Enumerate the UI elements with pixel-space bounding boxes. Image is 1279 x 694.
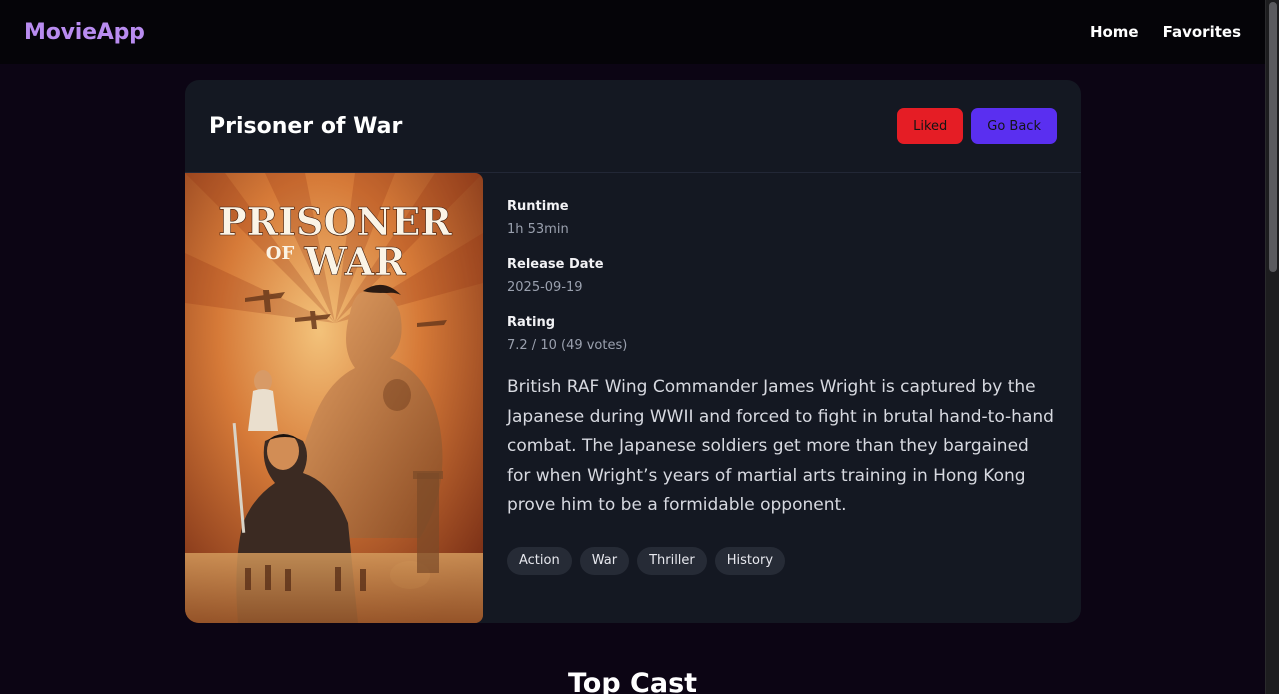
poster-title-of: OF	[266, 243, 295, 264]
brand-logo[interactable]: MovieApp	[24, 20, 145, 45]
runtime-field: Runtime 1h 53min	[507, 199, 1057, 237]
top-cast-heading: Top Cast	[567, 668, 698, 694]
poster-title-line1: PRISONER	[218, 199, 452, 244]
movie-overview: British RAF Wing Commander James Wright …	[507, 377, 1054, 515]
genre-tag[interactable]: History	[714, 546, 786, 575]
scrollbar-thumb[interactable]	[1269, 2, 1277, 272]
release-date-field: Release Date 2025-09-19	[507, 257, 1057, 295]
genre-tag[interactable]: Thriller	[637, 546, 707, 575]
release-date-label: Release Date	[507, 257, 604, 272]
movie-details: Runtime 1h 53min Release Date 2025-09-19…	[483, 173, 1081, 623]
page: MovieApp Home Favorites Prisoner of War …	[0, 0, 1265, 694]
liked-button[interactable]: Liked	[897, 108, 964, 144]
header-actions: Liked Go Back	[897, 108, 1057, 144]
movie-title: Prisoner of War	[209, 113, 403, 139]
release-date-value: 2025-09-19	[507, 280, 583, 295]
rating-label: Rating	[507, 315, 556, 330]
genre-tag[interactable]: War	[579, 546, 630, 575]
page-scrollbar[interactable]	[1265, 0, 1279, 694]
runtime-label: Runtime	[507, 199, 569, 214]
genre-list: Action War Thriller History	[507, 546, 1057, 575]
movie-detail-card: Prisoner of War Liked Go Back PRISONER O…	[185, 80, 1081, 623]
navbar: MovieApp Home Favorites	[0, 0, 1265, 64]
nav-favorites-link[interactable]: Favorites	[1163, 23, 1241, 41]
card-body: PRISONER OF WAR Runtime 1h 53min Release…	[185, 173, 1081, 623]
card-header: Prisoner of War Liked Go Back	[185, 80, 1081, 173]
go-back-button[interactable]: Go Back	[971, 108, 1057, 144]
nav-links: Home Favorites	[1090, 23, 1241, 41]
rating-value: 7.2 / 10 (49 votes)	[507, 338, 628, 353]
poster-title-war: WAR	[303, 239, 406, 284]
movie-poster: PRISONER OF WAR	[185, 173, 483, 623]
rating-field: Rating 7.2 / 10 (49 votes)	[507, 315, 1057, 353]
genre-tag[interactable]: Action	[507, 546, 572, 575]
nav-home-link[interactable]: Home	[1090, 23, 1139, 41]
runtime-value: 1h 53min	[507, 222, 569, 237]
